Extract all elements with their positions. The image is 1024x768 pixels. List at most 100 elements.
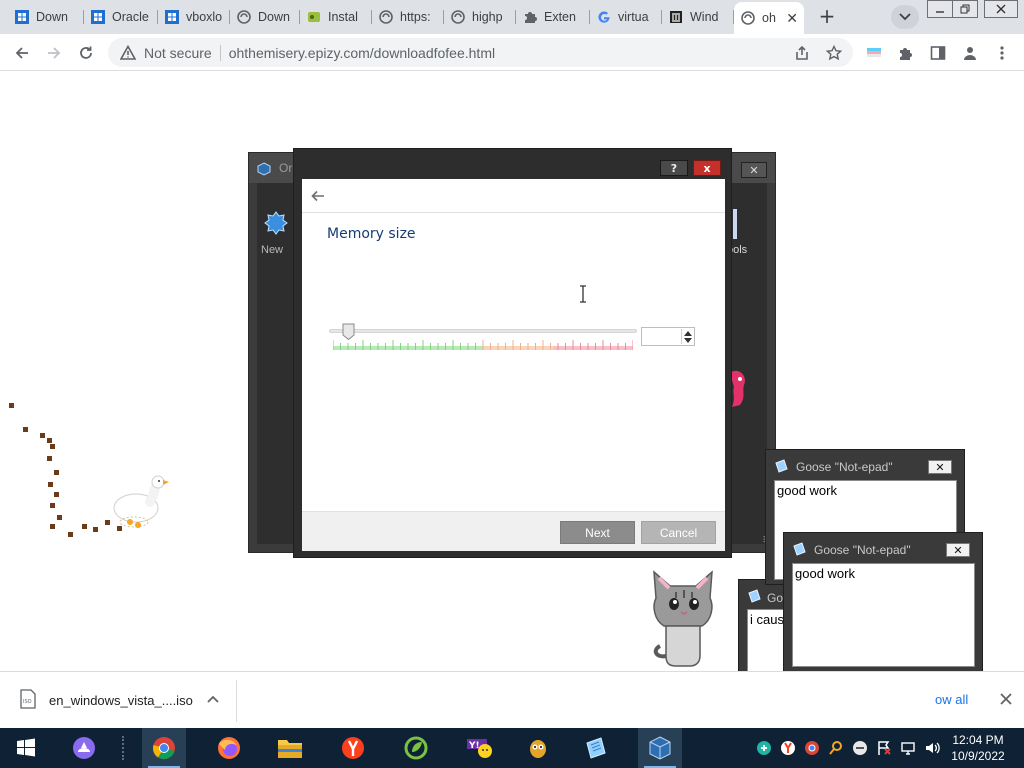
profile-button[interactable]: [960, 43, 980, 63]
taskbar-file-explorer[interactable]: [268, 728, 312, 768]
back-button[interactable]: [10, 41, 34, 65]
close-icon: [996, 4, 1006, 14]
notepad-title: Goose "Not-epad": [814, 543, 911, 557]
taskbar-app-green[interactable]: [394, 728, 438, 768]
tray-chrome[interactable]: [804, 740, 820, 756]
show-all-link[interactable]: ow all: [935, 692, 968, 707]
menu-button[interactable]: [992, 43, 1012, 63]
taskbar-chrome[interactable]: [142, 728, 186, 768]
spin-down-icon[interactable]: [684, 338, 692, 344]
tray-flag[interactable]: [876, 740, 892, 756]
notepad-text[interactable]: good work: [792, 563, 975, 667]
google-icon: [596, 9, 612, 25]
mud-track: [50, 444, 55, 449]
bookmark-button[interactable]: [824, 43, 844, 63]
download-options-button[interactable]: [203, 689, 223, 709]
tab-vboxlogs[interactable]: vboxlo: [158, 4, 230, 30]
mud-track: [82, 524, 87, 529]
tray-network[interactable]: [900, 740, 916, 756]
tray-minus[interactable]: [852, 740, 868, 756]
minimize-button[interactable]: [927, 0, 953, 18]
vbm-close-button[interactable]: ✕: [741, 162, 767, 178]
tray-app-icon-1[interactable]: [756, 740, 772, 756]
cancel-button[interactable]: Cancel: [641, 521, 716, 544]
tab-downloads-2[interactable]: Down: [230, 4, 300, 30]
tab-label: vboxlo: [186, 10, 223, 24]
notepad-icon: [748, 589, 761, 603]
tray-yandex[interactable]: [780, 740, 796, 756]
globe-icon: [378, 9, 394, 25]
tools-icon[interactable]: [733, 209, 737, 239]
security-status[interactable]: Not secure: [144, 45, 212, 61]
mud-track: [47, 456, 52, 461]
new-tab-button[interactable]: +: [815, 6, 839, 28]
tab-windows[interactable]: Wind: [662, 4, 734, 30]
globe-icon: [236, 9, 252, 25]
svg-text:Y!: Y!: [468, 741, 480, 751]
taskbar-yandex[interactable]: [331, 728, 375, 768]
share-button[interactable]: [792, 43, 812, 63]
profile-extension-button[interactable]: [864, 43, 884, 63]
clock-date: 10/9/2022: [951, 749, 1005, 763]
mud-track: [40, 433, 45, 438]
share-icon: [796, 45, 808, 60]
memory-size-spinbox[interactable]: [641, 327, 695, 346]
puzzle-icon: [900, 48, 912, 60]
notepad-close-button[interactable]: ✕: [928, 460, 952, 474]
address-bar[interactable]: Not secure ohthemisery.epizy.com/downloa…: [108, 38, 853, 67]
puzzle-icon: [522, 9, 538, 25]
taskbar-goose-notepad[interactable]: [574, 728, 618, 768]
taskbar-app-bird[interactable]: [516, 728, 560, 768]
mud-track: [23, 427, 28, 432]
tab-virtua[interactable]: virtua: [590, 4, 662, 30]
side-panel-button[interactable]: [928, 43, 948, 63]
forward-button[interactable]: [42, 41, 66, 65]
system-clock[interactable]: 12:04 PM 10/9/2022: [947, 732, 1009, 764]
chevron-down-icon: [899, 13, 911, 21]
reload-button[interactable]: [74, 41, 98, 65]
tray-volume[interactable]: [924, 740, 940, 756]
url-text[interactable]: ohthemisery.epizy.com/downloadfofee.html: [229, 45, 495, 61]
speaker-icon: [926, 742, 940, 754]
next-button[interactable]: Next: [560, 521, 635, 544]
taskbar-gripper[interactable]: [122, 736, 126, 760]
window-close-button[interactable]: [984, 0, 1018, 18]
extensions-button[interactable]: [896, 43, 916, 63]
tab-search-button[interactable]: [891, 5, 919, 29]
taskbar-firefox[interactable]: [207, 728, 251, 768]
tab-downloads-1[interactable]: Down: [8, 4, 84, 30]
warning-icon[interactable]: [120, 44, 136, 61]
tab-https[interactable]: https:: [372, 4, 444, 30]
memory-slider[interactable]: [329, 329, 637, 333]
start-button[interactable]: [4, 728, 48, 768]
wizard-content: Memory size Next Cancel: [302, 179, 725, 551]
back-button[interactable]: [308, 186, 328, 206]
tab-oracle[interactable]: Oracle: [84, 4, 158, 30]
taskbar-virtualbox[interactable]: [638, 728, 682, 768]
taskbar-yahoo-messenger[interactable]: Y!: [458, 728, 502, 768]
tab-active[interactable]: oh ✕: [734, 2, 804, 34]
goose-icon: [113, 475, 169, 528]
tab-highp[interactable]: highp: [444, 4, 516, 30]
notepad-icon: [586, 737, 606, 759]
clock-time: 12:04 PM: [952, 733, 1004, 747]
tray-search[interactable]: [828, 740, 844, 756]
download-item-name[interactable]: en_windows_vista_....iso: [49, 693, 193, 708]
tab-install[interactable]: Instal: [300, 4, 372, 30]
tab-extensions[interactable]: Exten: [516, 4, 590, 30]
divider: [236, 680, 237, 722]
notepad-close-button[interactable]: ✕: [946, 543, 970, 557]
new-vm-label[interactable]: New: [261, 244, 283, 256]
wizard-close-button[interactable]: x: [693, 160, 721, 176]
flag-icon: [867, 48, 881, 57]
help-button[interactable]: ?: [660, 160, 688, 176]
spin-up-icon[interactable]: [684, 330, 692, 336]
restore-button[interactable]: [952, 0, 978, 18]
new-vm-icon[interactable]: [263, 211, 289, 237]
spin-arrows[interactable]: [681, 329, 693, 344]
notepad-title: Goose "Not-epad": [796, 460, 893, 474]
cortana-button[interactable]: [62, 728, 106, 768]
close-tab-icon[interactable]: ✕: [786, 10, 798, 27]
download-shelf-close-button[interactable]: [997, 690, 1015, 708]
iso-file-icon: ISO: [20, 689, 36, 709]
